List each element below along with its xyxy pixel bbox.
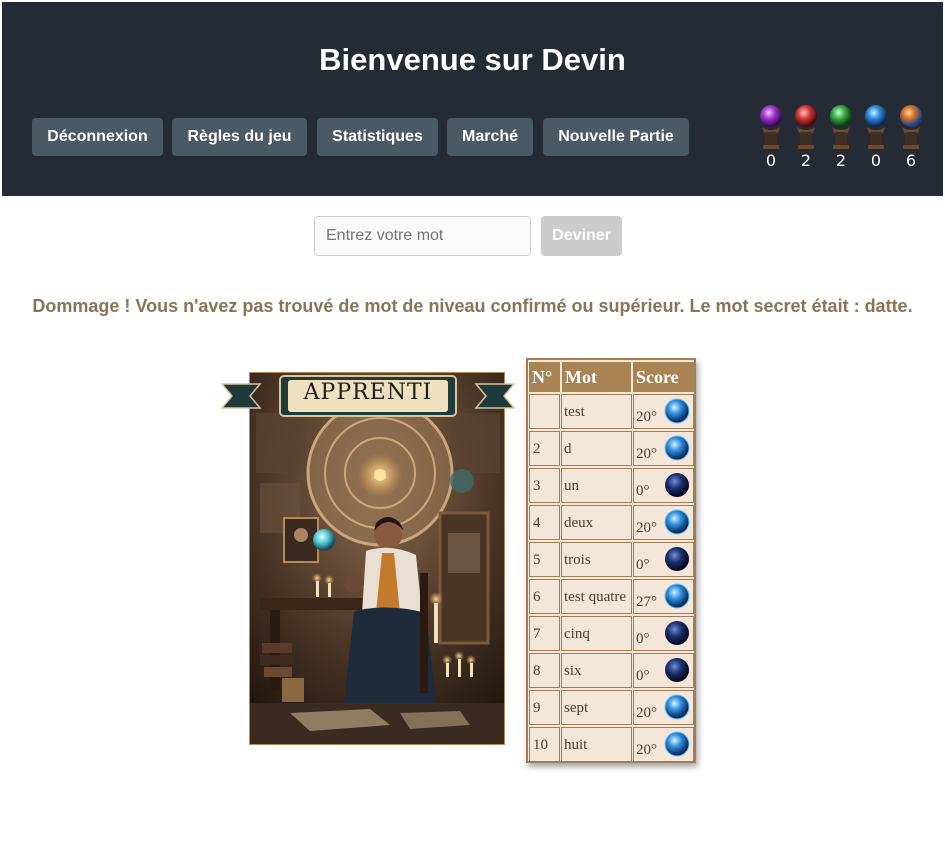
orange-blue-orb-icon	[900, 105, 922, 149]
rank-label: APPRENTI	[303, 380, 433, 405]
orb-inventory-red: 2	[792, 103, 820, 169]
score-value: 0°	[636, 668, 650, 684]
bright-orb-icon	[664, 694, 690, 725]
orb-inventory-blue: 0	[862, 103, 890, 169]
logout-button[interactable]: Déconnexion	[32, 118, 163, 156]
row-score: 20°	[633, 505, 694, 540]
dark-orb-icon	[664, 657, 690, 688]
row-score: 20°	[633, 394, 694, 429]
row-score: 20°	[633, 727, 694, 762]
bright-orb-icon	[664, 731, 690, 762]
column-header-number: N°	[529, 362, 560, 392]
orb-count-orange: 6	[905, 151, 917, 170]
score-value: 20°	[636, 409, 657, 425]
market-button[interactable]: Marché	[447, 118, 533, 156]
row-word: trois	[561, 542, 632, 577]
row-word: six	[561, 653, 632, 688]
row-number: 3	[529, 468, 560, 503]
dark-orb-icon	[664, 620, 690, 651]
statistics-button[interactable]: Statistiques	[317, 118, 438, 156]
apprentice-illustration	[250, 373, 504, 744]
orb-inventory-purple: 0	[757, 103, 785, 169]
row-score: 20°	[633, 690, 694, 725]
bright-orb-icon	[664, 398, 690, 429]
row-number: 7	[529, 616, 560, 651]
score-value: 27°	[636, 594, 657, 610]
score-value: 0°	[636, 483, 650, 499]
green-orb-icon	[830, 105, 852, 149]
row-score: 0°	[633, 653, 694, 688]
purple-orb-icon	[760, 105, 782, 149]
row-number: 4	[529, 505, 560, 540]
blue-orb-icon	[865, 105, 887, 149]
row-number: 9	[529, 690, 560, 725]
column-header-score: Score	[633, 362, 694, 392]
rules-button[interactable]: Règles du jeu	[172, 118, 307, 156]
dark-orb-icon	[664, 472, 690, 503]
score-value: 20°	[636, 742, 657, 758]
score-value: 20°	[636, 705, 657, 721]
row-number: 6	[529, 579, 560, 614]
column-header-word: Mot	[562, 362, 631, 392]
row-number: 5	[529, 542, 560, 577]
score-value: 0°	[636, 631, 650, 647]
top-header: Bienvenue sur Devin Déconnexion Règles d…	[2, 2, 943, 196]
row-word: huit	[561, 727, 632, 762]
dark-orb-icon	[664, 546, 690, 577]
guess-button[interactable]: Deviner	[541, 216, 622, 256]
apprentice-card-image	[249, 372, 505, 745]
orb-count-purple: 0	[765, 151, 777, 170]
row-score: 27°	[633, 579, 694, 614]
bright-orb-icon	[664, 509, 690, 540]
row-number: 10	[529, 727, 560, 762]
orb-count-green: 2	[835, 151, 847, 170]
red-orb-icon	[795, 105, 817, 149]
guess-history-table: N° Mot Score test 20° 2 d 20° 3 un 0° 4 deux 20° 5 t…	[526, 358, 696, 763]
row-number: 8	[529, 653, 560, 688]
row-word: sept	[561, 690, 632, 725]
row-word: test quatre	[561, 579, 632, 614]
row-score: 20°	[633, 431, 694, 466]
new-game-button[interactable]: Nouvelle Partie	[543, 118, 689, 156]
score-value: 20°	[636, 446, 657, 462]
orb-inventory-orange: 6	[897, 103, 925, 169]
row-score: 0°	[633, 542, 694, 577]
score-value: 20°	[636, 520, 657, 536]
orb-inventory-green: 2	[827, 103, 855, 169]
row-score: 0°	[633, 616, 694, 651]
row-number: 2	[529, 431, 560, 466]
row-word: deux	[561, 505, 632, 540]
bright-orb-icon	[664, 435, 690, 466]
row-word: test	[561, 394, 632, 429]
page-title: Bienvenue sur Devin	[319, 42, 626, 77]
orb-count-red: 2	[800, 151, 812, 170]
row-word: cinq	[561, 616, 632, 651]
score-value: 0°	[636, 557, 650, 573]
row-score: 0°	[633, 468, 694, 503]
word-input[interactable]	[314, 216, 531, 256]
row-word: d	[561, 431, 632, 466]
result-message: Dommage ! Vous n'avez pas trouvé de mot …	[32, 296, 913, 316]
row-word: un	[561, 468, 632, 503]
bright-orb-icon	[664, 583, 690, 614]
orb-count-blue: 0	[870, 151, 882, 170]
row-number	[529, 394, 560, 429]
